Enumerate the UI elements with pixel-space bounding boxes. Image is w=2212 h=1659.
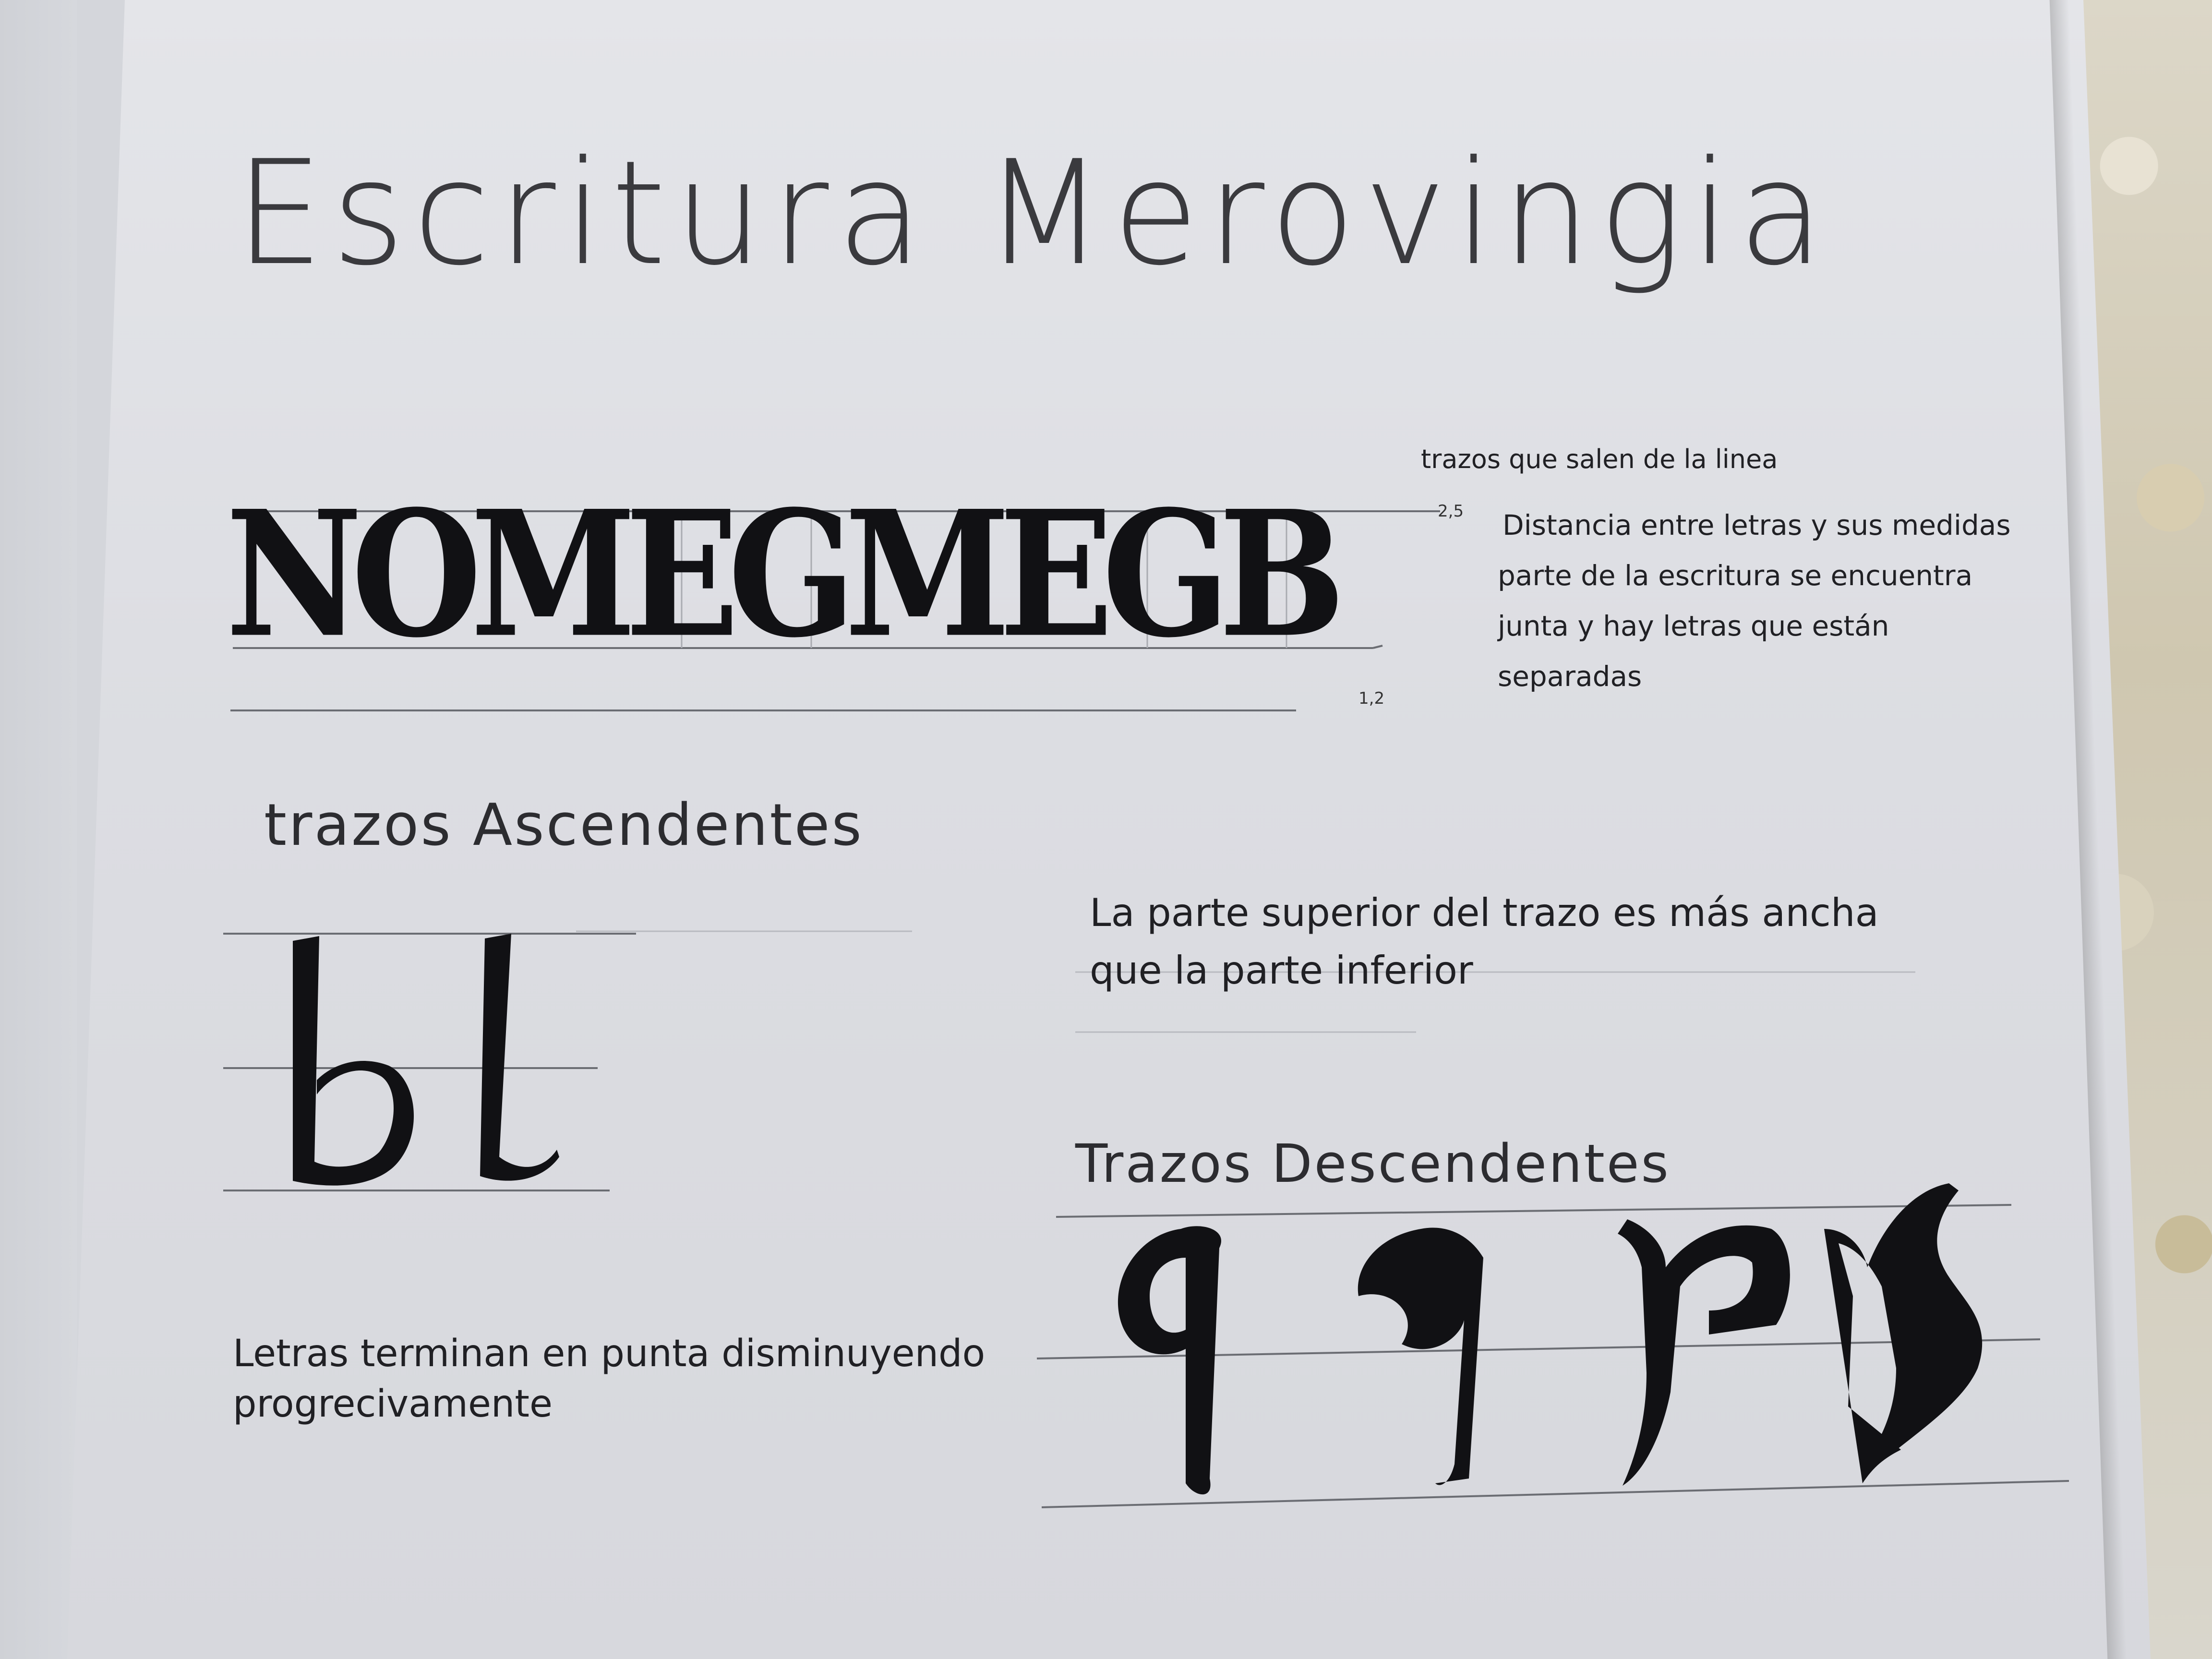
- note-spacing-line-3: junta y hay letras que están: [1498, 610, 1889, 642]
- heading-ascending-strokes: trazos Ascendentes: [264, 792, 864, 859]
- measure-top-label: 2,5: [1438, 502, 1464, 521]
- note-spacing-line-1: Distancia entre letras y sus medidas: [1503, 509, 2011, 541]
- note-spacing-line-2: parte de la escritura se encuentra: [1498, 559, 1973, 592]
- measure-bottom-label: 1,2: [1358, 689, 1385, 708]
- heading-descending-strokes: Trazos Descendentes: [1075, 1133, 1671, 1194]
- page-title: Escritura Merovingia: [235, 130, 1832, 297]
- note-ending-line-1: Letras terminan en punta disminuyendo: [233, 1332, 986, 1375]
- note-strokes-out: trazos que salen de la linea: [1421, 444, 1778, 474]
- photo-scene: Escritura Merovingia NOMEGMEGB 2,5 1,2 t…: [0, 0, 2212, 1659]
- note-ascending-line-2: que la parte inferior: [1090, 948, 1473, 993]
- note-ascending-line-1: La parte superior del trazo es más ancha: [1090, 890, 1879, 935]
- note-ending-line-2: progrecivamente: [233, 1382, 553, 1426]
- note-spacing-line-4: separadas: [1498, 660, 1642, 693]
- sample-calligraphy-word: NOMEGMEGB: [226, 473, 1346, 676]
